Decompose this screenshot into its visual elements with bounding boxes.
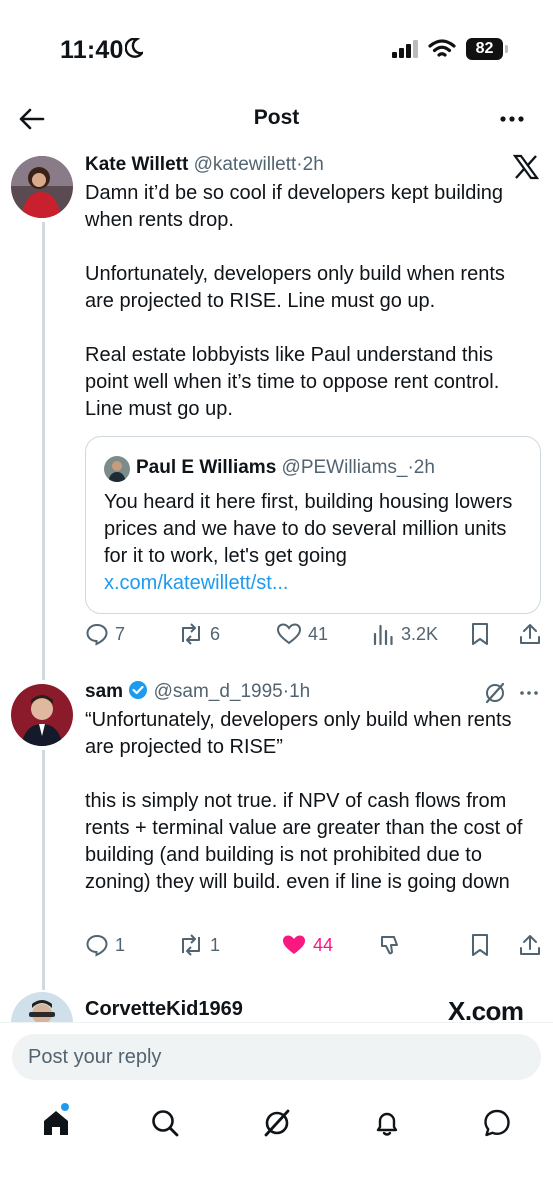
views-icon: [373, 624, 393, 646]
tweet-age: 1h: [289, 681, 311, 702]
more-options-icon[interactable]: [518, 682, 540, 704]
divider: [0, 1022, 553, 1023]
notification-dot: [61, 1103, 69, 1111]
repost-icon: [182, 623, 200, 645]
quoted-avatar: [104, 456, 130, 482]
reply-composer[interactable]: Post your reply: [12, 1034, 541, 1080]
repost-button[interactable]: 1: [178, 933, 220, 957]
like-button[interactable]: 44: [281, 933, 333, 957]
bookmark-button[interactable]: [470, 622, 490, 646]
heart-filled-icon: [283, 935, 305, 954]
quoted-age: 2h: [413, 457, 435, 478]
views-count: 3.2K: [401, 623, 439, 644]
home-icon[interactable]: [41, 1108, 71, 1138]
author-name[interactable]: Kate Willett: [85, 154, 188, 175]
tweet-main: Kate Willett @katewillett·2h Damn it’d b…: [85, 153, 541, 423]
status-time: 11:40: [60, 36, 124, 64]
verified-badge-icon: [129, 681, 148, 699]
repost-count: 1: [210, 934, 221, 955]
battery-tip: [505, 45, 508, 53]
tweet-text: Damn it’d be so cool if developers kept …: [85, 182, 505, 420]
share-button[interactable]: [518, 622, 542, 646]
reply-count: 1: [115, 934, 126, 955]
more-options-icon[interactable]: [499, 106, 525, 132]
wifi-icon: [428, 39, 456, 57]
repost-count: 6: [210, 623, 221, 644]
quoted-author-name: Paul E Williams: [136, 457, 277, 478]
avatar[interactable]: [11, 156, 73, 218]
views-button[interactable]: 3.2K: [373, 622, 438, 646]
grok-icon[interactable]: [484, 682, 506, 704]
reply-count: 7: [115, 623, 126, 644]
reply-icon: [86, 934, 108, 957]
author-handle[interactable]: @katewillett: [194, 154, 297, 175]
share-icon: [520, 624, 540, 644]
downvote-button[interactable]: [378, 933, 402, 957]
thumbs-down-icon: [381, 936, 398, 955]
tweet-header: sam @sam_d_1995·1h: [85, 680, 541, 704]
repost-icon: [182, 934, 200, 956]
repost-button[interactable]: 6: [178, 622, 220, 646]
bookmark-icon: [472, 934, 488, 956]
reply-input-placeholder[interactable]: Post your reply: [28, 1046, 161, 1069]
share-icon: [520, 935, 540, 955]
bottom-tab-bar: [0, 1100, 553, 1160]
quoted-body: You heard it here first, building housin…: [104, 491, 513, 567]
like-count: 41: [308, 623, 329, 644]
bookmark-button[interactable]: [470, 933, 490, 957]
tweet-header: Kate Willett @katewillett·2h: [85, 153, 541, 177]
bookmark-icon: [472, 623, 488, 645]
search-icon[interactable]: [150, 1108, 180, 1138]
reply-button[interactable]: 1: [85, 933, 125, 957]
nav-bar: Post: [0, 96, 553, 144]
author-handle[interactable]: @sam_d_1995: [154, 681, 283, 702]
quoted-link[interactable]: x.com/katewillett/st...: [104, 572, 289, 594]
author-name[interactable]: sam: [85, 681, 123, 702]
message-icon[interactable]: [482, 1108, 512, 1138]
like-button[interactable]: 41: [276, 622, 328, 646]
tweet-age: 2h: [302, 154, 324, 175]
page-title: Post: [253, 106, 300, 129]
battery-indicator: 82: [466, 38, 503, 60]
bell-icon[interactable]: [372, 1108, 402, 1138]
cellular-signal-icon: [392, 40, 418, 58]
avatar[interactable]: [11, 684, 73, 746]
like-count: 44: [313, 934, 334, 955]
tweet-reply: sam @sam_d_1995·1h “Unfortunately, devel…: [85, 680, 541, 896]
tweet-text: “Unfortunately, developers only build wh…: [85, 709, 523, 893]
avatar[interactable]: [11, 992, 73, 1022]
quoted-header: Paul E Williams @PEWilliams_·2h: [136, 456, 435, 480]
x-logo-icon: [513, 154, 539, 180]
status-bar: 11:40 82: [0, 0, 553, 96]
tweet-actions: 1 1 44: [85, 933, 545, 961]
author-name[interactable]: CorvetteKid1969: [85, 998, 243, 1021]
share-button[interactable]: [518, 933, 542, 957]
thread-line: [42, 750, 45, 990]
quoted-post[interactable]: Paul E Williams @PEWilliams_·2h You hear…: [85, 436, 541, 614]
tweet-actions: 7 6 41 3.2K: [85, 622, 545, 650]
moon-icon: [125, 38, 143, 58]
reply-icon: [86, 623, 108, 646]
grok-icon[interactable]: [262, 1108, 292, 1138]
quoted-author-handle: @PEWilliams_: [281, 457, 408, 478]
thread-line: [42, 222, 45, 680]
quoted-text: You heard it here first, building housin…: [104, 489, 524, 597]
reply-button[interactable]: 7: [85, 622, 125, 646]
heart-icon: [276, 623, 302, 645]
